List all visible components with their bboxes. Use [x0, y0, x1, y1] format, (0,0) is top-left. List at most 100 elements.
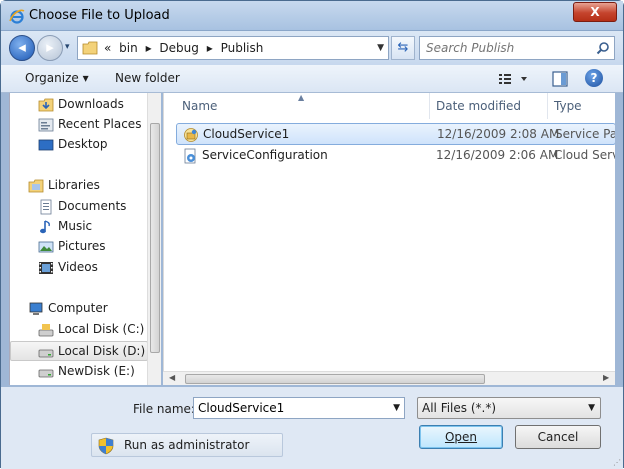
column-header-type[interactable]: Type: [548, 93, 615, 119]
recent-locations-button[interactable]: ▾: [65, 41, 75, 53]
file-name-combobox[interactable]: ▼: [193, 397, 405, 419]
navigation-bar: ◂ ▸ ▾ « bin ▸ Debug ▸ Publish ▼ ⇆: [1, 31, 623, 65]
file-type: Cloud Servic: [554, 148, 615, 162]
command-toolbar: Organize ▾ New folder ?: [1, 65, 623, 93]
configuration-file-icon: [184, 148, 196, 164]
dialog-footer: File name: ▼ All Files (*.*) ▼ Run as ad…: [1, 387, 623, 469]
file-row-cloudservice1[interactable]: CloudService1 12/16/2009 2:08 AM Service…: [176, 123, 615, 145]
file-row-serviceconfiguration[interactable]: ServiceConfiguration 12/16/2009 2:06 AM …: [176, 145, 615, 167]
nav-item-videos[interactable]: Videos: [10, 258, 148, 278]
file-name-label: File name:: [133, 402, 195, 416]
file-date-modified: 12/16/2009 2:06 AM: [436, 148, 559, 162]
breadcrumb-item-bin[interactable]: bin: [119, 41, 138, 55]
change-view-icon[interactable]: [497, 70, 533, 88]
nav-label: Documents: [58, 199, 127, 213]
uac-shield-icon: [98, 437, 114, 455]
nav-label: Desktop: [58, 137, 108, 151]
nav-item-computer[interactable]: Computer: [10, 299, 148, 319]
column-header-name[interactable]: Name: [176, 93, 430, 119]
resize-grip-icon[interactable]: ⋰: [613, 458, 621, 467]
breadcrumb: « bin ▸ Debug ▸ Publish: [104, 41, 267, 55]
run-as-administrator-button[interactable]: Run as administrator: [91, 433, 283, 457]
column-header-date-modified[interactable]: Date modified: [430, 93, 548, 119]
desktop-icon: [38, 139, 54, 151]
nav-label: NewDisk (E:): [58, 364, 135, 378]
libraries-icon: [28, 179, 44, 193]
nav-label: Recent Places: [58, 117, 142, 131]
videos-icon: [39, 262, 53, 274]
file-type-filter-value: All Files (*.*): [422, 401, 497, 415]
file-name-dropdown-icon[interactable]: ▼: [393, 403, 400, 413]
nav-label: Pictures: [58, 239, 106, 253]
documents-icon: [40, 199, 52, 215]
new-folder-button[interactable]: New folder: [115, 71, 180, 85]
downloads-folder-icon: [38, 98, 54, 112]
nav-item-recent-places[interactable]: Recent Places: [10, 115, 148, 135]
nav-item-desktop[interactable]: Desktop: [10, 135, 148, 155]
address-bar[interactable]: « bin ▸ Debug ▸ Publish ▼: [77, 36, 389, 60]
recent-places-icon: [38, 118, 54, 132]
navigation-scrollbar[interactable]: [147, 93, 161, 385]
computer-icon: [29, 302, 43, 315]
navigation-pane: Downloads Recent Places Desktop Librarie…: [9, 93, 161, 385]
back-button[interactable]: ◂: [9, 35, 35, 61]
chevron-down-icon: ▼: [588, 403, 595, 413]
scroll-right-icon[interactable]: ▶: [603, 373, 609, 382]
address-dropdown-icon[interactable]: ▼: [377, 43, 384, 53]
nav-item-music[interactable]: Music: [10, 217, 148, 237]
file-dialog-window: Choose File to Upload X ◂ ▸ ▾ « bin ▸ De…: [0, 0, 624, 469]
close-button[interactable]: X: [573, 2, 617, 22]
package-file-icon: [184, 128, 198, 142]
breadcrumb-separator[interactable]: ▸: [146, 41, 152, 55]
system-drive-icon: [38, 324, 54, 337]
forward-button[interactable]: ▸: [37, 35, 63, 61]
open-button[interactable]: Open: [419, 425, 503, 449]
cancel-button[interactable]: Cancel: [515, 425, 601, 449]
preview-pane-icon[interactable]: [551, 70, 569, 88]
organize-button[interactable]: Organize ▾: [25, 71, 89, 85]
scroll-left-icon[interactable]: ◀: [169, 373, 175, 382]
refresh-button[interactable]: ⇆: [391, 36, 415, 60]
internet-explorer-icon: [9, 9, 25, 24]
navigation-scrollbar-thumb[interactable]: [150, 123, 160, 353]
search-input[interactable]: [420, 37, 590, 59]
help-button[interactable]: ?: [585, 69, 603, 87]
nav-item-libraries[interactable]: Libraries: [10, 176, 148, 196]
nav-label: Music: [58, 219, 93, 233]
nav-label: Libraries: [48, 178, 100, 192]
nav-item-local-disk-d[interactable]: Local Disk (D:): [10, 341, 148, 361]
nav-item-downloads[interactable]: Downloads: [10, 95, 148, 115]
file-list-horizontal-scrollbar[interactable]: ◀ ▶: [163, 371, 615, 385]
music-note-icon: [40, 220, 50, 234]
nav-label: Local Disk (C:): [58, 322, 145, 336]
window-title: Choose File to Upload: [29, 8, 170, 23]
pictures-icon: [38, 241, 54, 253]
nav-label: Videos: [58, 260, 98, 274]
breadcrumb-separator[interactable]: ▸: [207, 41, 213, 55]
file-name-input[interactable]: [194, 398, 384, 418]
nav-label: Local Disk (D:): [58, 344, 146, 358]
nav-item-pictures[interactable]: Pictures: [10, 237, 148, 257]
hard-drive-icon: [38, 349, 54, 358]
file-date-modified: 12/16/2009 2:08 AM: [437, 127, 560, 141]
hard-drive-icon: [38, 369, 54, 378]
file-name: CloudService1: [203, 127, 290, 141]
horizontal-scrollbar-thumb[interactable]: [185, 374, 485, 384]
run-as-administrator-label: Run as administrator: [124, 438, 250, 452]
title-bar: Choose File to Upload X: [1, 1, 623, 31]
file-list-pane: ▲ Name Date modified Type CloudService1 …: [163, 93, 615, 385]
open-button-label: Open: [444, 430, 478, 444]
breadcrumb-overflow[interactable]: «: [104, 41, 111, 55]
folder-icon: [82, 41, 98, 55]
file-name: ServiceConfiguration: [202, 148, 328, 162]
search-icon[interactable]: [596, 41, 610, 55]
nav-item-newdisk-e[interactable]: NewDisk (E:): [10, 362, 148, 382]
search-box[interactable]: [419, 36, 615, 60]
nav-label: Computer: [48, 301, 108, 315]
nav-item-documents[interactable]: Documents: [10, 197, 148, 217]
file-type: Service Pack: [555, 127, 615, 141]
nav-item-local-disk-c[interactable]: Local Disk (C:): [10, 320, 148, 340]
breadcrumb-item-debug[interactable]: Debug: [159, 41, 198, 55]
file-type-filter-select[interactable]: All Files (*.*) ▼: [417, 397, 601, 419]
breadcrumb-item-publish[interactable]: Publish: [221, 41, 264, 55]
